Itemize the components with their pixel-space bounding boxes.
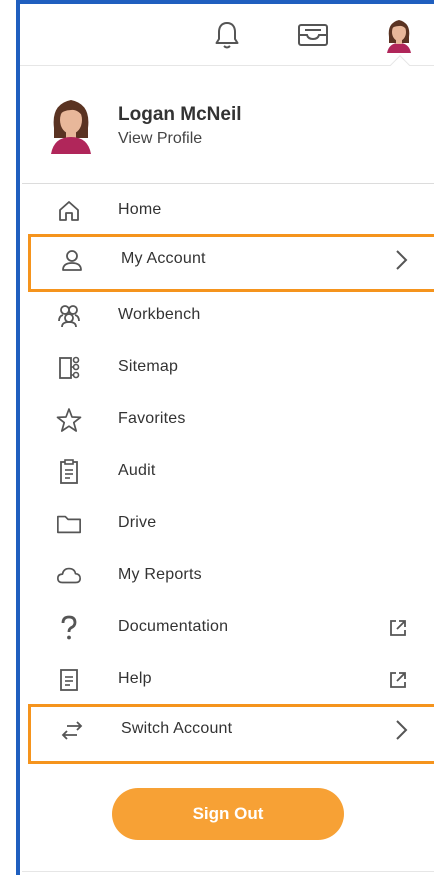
- switch-arrows-icon: [59, 717, 85, 743]
- menu-item-my-account[interactable]: My Account: [28, 234, 434, 292]
- external-link-icon[interactable]: [385, 667, 411, 693]
- cloud-icon: [56, 563, 82, 589]
- account-menu-panel: Logan McNeil View Profile Home My Accoun…: [22, 66, 434, 875]
- avatar[interactable]: [382, 18, 416, 53]
- menu-item-favorites[interactable]: Favorites: [22, 394, 434, 446]
- menu-item-label: My Reports: [118, 566, 202, 583]
- menu-item-label: Home: [118, 201, 162, 218]
- menu-item-label: Favorites: [118, 410, 186, 427]
- menu-item-label: Sitemap: [118, 358, 179, 375]
- person-icon: [59, 247, 85, 273]
- view-profile-link[interactable]: View Profile: [118, 130, 202, 148]
- folder-icon: [56, 511, 82, 537]
- top-bar: [20, 4, 434, 66]
- bell-icon[interactable]: [210, 18, 244, 52]
- menu-item-label: Switch Account: [121, 720, 233, 737]
- document-icon: [56, 667, 82, 693]
- menu-item-help[interactable]: Help: [22, 654, 434, 706]
- sign-out-button[interactable]: Sign Out: [112, 788, 344, 840]
- menu-item-label: Help: [118, 670, 152, 687]
- people-icon: [56, 303, 82, 329]
- menu-item-home[interactable]: Home: [22, 185, 434, 237]
- menu-item-my-reports[interactable]: My Reports: [22, 550, 434, 602]
- clipboard-icon: [56, 459, 82, 485]
- avatar: [48, 96, 94, 154]
- divider: [22, 871, 434, 872]
- window-frame-left: [16, 0, 20, 875]
- chevron-right-icon: [388, 717, 414, 743]
- menu-item-label: Documentation: [118, 618, 229, 635]
- external-link-icon[interactable]: [385, 615, 411, 641]
- menu-item-audit[interactable]: Audit: [22, 446, 434, 498]
- menu-item-label: My Account: [121, 250, 206, 267]
- profile-name: Logan McNeil: [118, 104, 242, 125]
- menu-item-switch-account[interactable]: Switch Account: [28, 704, 434, 764]
- star-icon: [56, 407, 82, 433]
- inbox-icon[interactable]: [296, 18, 330, 52]
- menu-item-label: Audit: [118, 462, 156, 479]
- home-icon: [56, 198, 82, 224]
- chevron-right-icon: [388, 247, 414, 273]
- menu-item-label: Workbench: [118, 306, 201, 323]
- menu-item-workbench[interactable]: Workbench: [22, 290, 434, 342]
- question-icon: [56, 615, 82, 641]
- menu-item-documentation[interactable]: Documentation: [22, 602, 434, 654]
- menu-item-sitemap[interactable]: Sitemap: [22, 342, 434, 394]
- profile-header[interactable]: Logan McNeil View Profile: [22, 66, 434, 184]
- sitemap-icon: [56, 355, 82, 381]
- menu-item-label: Drive: [118, 514, 157, 531]
- menu-item-drive[interactable]: Drive: [22, 498, 434, 550]
